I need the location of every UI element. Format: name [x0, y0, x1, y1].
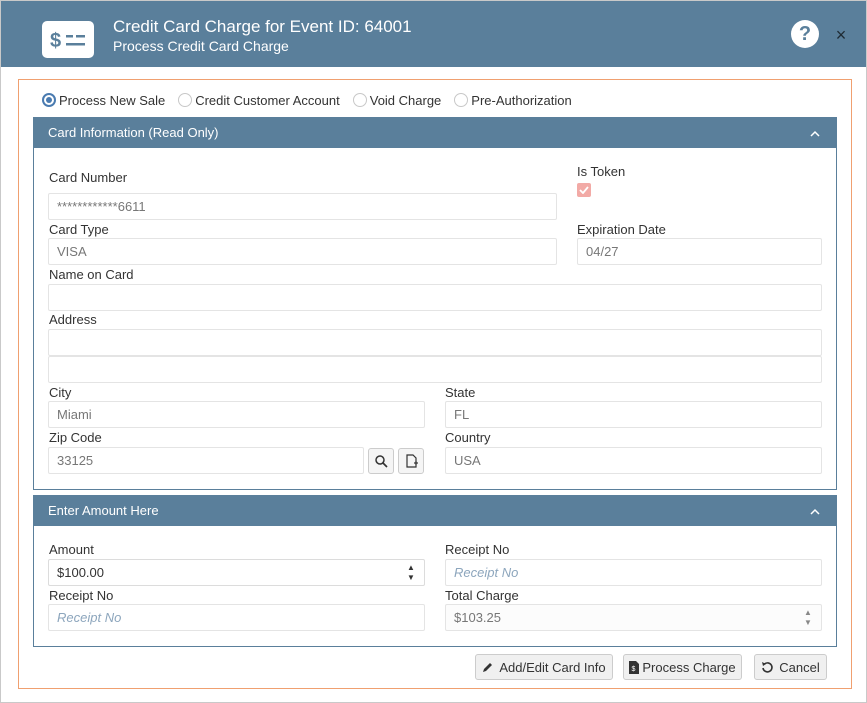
amount-spinner[interactable]: ▲ ▼: [400, 560, 422, 585]
card-number-field: ************6611: [48, 193, 557, 220]
mode-credit-customer-account[interactable]: Credit Customer Account: [178, 93, 340, 108]
amount-input[interactable]: $100.00: [48, 559, 425, 586]
country-field: USA: [445, 447, 822, 474]
receipt-no-input-left[interactable]: Receipt No: [48, 604, 425, 631]
is-token-checkbox: [577, 183, 591, 197]
total-charge-spinner: ▲ ▼: [797, 605, 819, 630]
add-edit-card-info-button[interactable]: Add/Edit Card Info: [475, 654, 613, 680]
pencil-icon: [482, 661, 494, 673]
zip-code-field: 33125: [48, 447, 364, 474]
expiration-date-field: 04/27: [577, 238, 822, 265]
mode-label: Pre-Authorization: [471, 92, 572, 108]
is-token-label: Is Token: [577, 164, 626, 179]
address-line1-field: [48, 329, 822, 356]
receipt-no-input-right[interactable]: Receipt No: [445, 559, 822, 586]
state-field: FL: [445, 401, 822, 428]
button-label: Add/Edit Card Info: [499, 659, 606, 675]
cancel-button[interactable]: Cancel: [754, 654, 827, 680]
card-type-field: VISA: [48, 238, 557, 265]
dialog-subtitle: Process Credit Card Charge: [113, 38, 289, 54]
button-label: Cancel: [779, 659, 820, 675]
radio-process-new-sale[interactable]: [42, 93, 56, 107]
amount-label: Amount: [49, 542, 94, 557]
spin-up-icon: ▲: [804, 607, 812, 617]
total-charge-label: Total Charge: [445, 588, 519, 603]
spin-down-icon[interactable]: ▼: [407, 573, 415, 583]
name-on-card-field: [48, 284, 822, 311]
spin-down-icon: ▼: [804, 617, 812, 627]
total-charge-field: $103.25: [445, 604, 822, 631]
svg-text:$: $: [50, 30, 61, 51]
amount-panel-header[interactable]: Enter Amount Here: [34, 496, 836, 526]
button-label: Process Charge: [642, 659, 736, 675]
credit-card-dialog: $ Credit Card Charge for Event ID: 64001…: [0, 0, 867, 703]
mode-void-charge[interactable]: Void Charge: [352, 92, 442, 108]
mode-label: Void Charge: [369, 92, 442, 108]
chevron-up-icon[interactable]: [808, 118, 822, 148]
mode-label: Credit Customer Account: [195, 92, 340, 108]
undo-icon: [761, 661, 774, 674]
help-icon[interactable]: ?: [791, 20, 819, 48]
new-document-icon: [405, 454, 418, 468]
spin-up-icon[interactable]: ▲: [407, 563, 415, 573]
svg-text:$: $: [632, 666, 636, 673]
receipt-no-label-right: Receipt No: [445, 542, 510, 557]
country-label: Country: [445, 430, 491, 445]
state-label: State: [445, 385, 476, 400]
card-number-label: Card Number: [49, 170, 128, 185]
radio-pre-authorization[interactable]: [454, 93, 469, 107]
receipt-no-label-left: Receipt No: [49, 588, 114, 603]
zip-add-button[interactable]: [398, 448, 424, 474]
mode-label: Process New Sale: [59, 92, 166, 108]
credit-card-icon: $: [42, 21, 94, 58]
chevron-up-icon[interactable]: [808, 496, 822, 526]
zip-search-button[interactable]: [368, 448, 394, 474]
close-icon[interactable]: ×: [833, 25, 849, 45]
panel-title: Enter Amount Here: [48, 503, 159, 518]
address-line2-field: [48, 356, 822, 383]
city-field: Miami: [48, 401, 425, 428]
expiration-date-label: Expiration Date: [577, 222, 666, 237]
address-label: Address: [49, 312, 97, 327]
zip-code-label: Zip Code: [49, 430, 102, 445]
charge-mode-group: Process New Sale Credit Customer Account…: [42, 91, 585, 109]
card-information-header[interactable]: Card Information (Read Only): [34, 118, 836, 148]
panel-title: Card Information (Read Only): [48, 125, 219, 140]
invoice-icon: $: [629, 660, 640, 674]
dialog-title: Credit Card Charge for Event ID: 64001: [113, 17, 412, 36]
mode-process-new-sale[interactable]: Process New Sale: [42, 93, 165, 108]
mode-pre-authorization[interactable]: Pre-Authorization: [454, 92, 572, 108]
name-on-card-label: Name on Card: [49, 267, 134, 282]
card-type-label: Card Type: [49, 222, 109, 237]
search-icon: [374, 454, 388, 468]
radio-credit-customer-account[interactable]: [178, 93, 193, 107]
city-label: City: [49, 385, 72, 400]
radio-void-charge[interactable]: [352, 93, 367, 107]
dialog-header: $ Credit Card Charge for Event ID: 64001…: [1, 1, 866, 67]
process-charge-button[interactable]: $ Process Charge: [623, 654, 742, 680]
